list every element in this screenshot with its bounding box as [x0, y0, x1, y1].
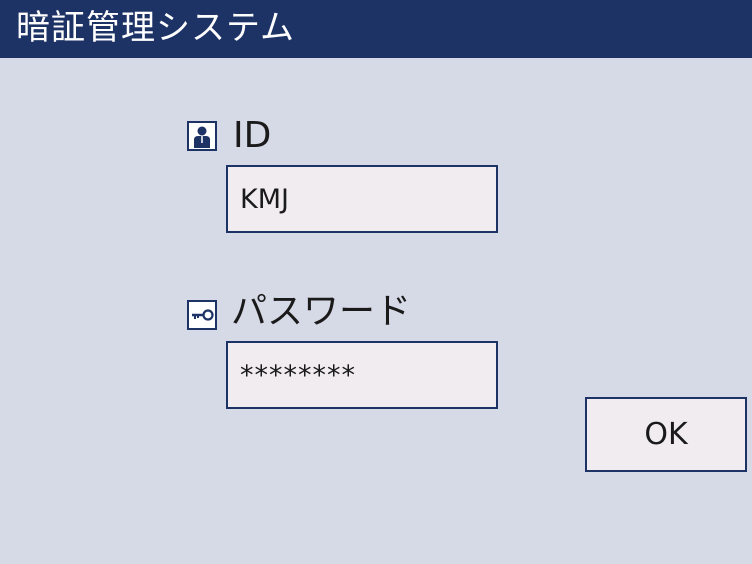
id-input[interactable]: [226, 165, 498, 233]
title-bar: 暗証管理システム: [0, 0, 752, 58]
password-label: パスワード: [231, 291, 412, 332]
app-title: 暗証管理システム: [16, 8, 295, 48]
ok-button[interactable]: OK: [585, 397, 747, 472]
user-icon: [187, 121, 217, 151]
password-input[interactable]: [226, 341, 498, 409]
key-icon: [187, 300, 217, 330]
id-label: ID: [233, 115, 272, 156]
